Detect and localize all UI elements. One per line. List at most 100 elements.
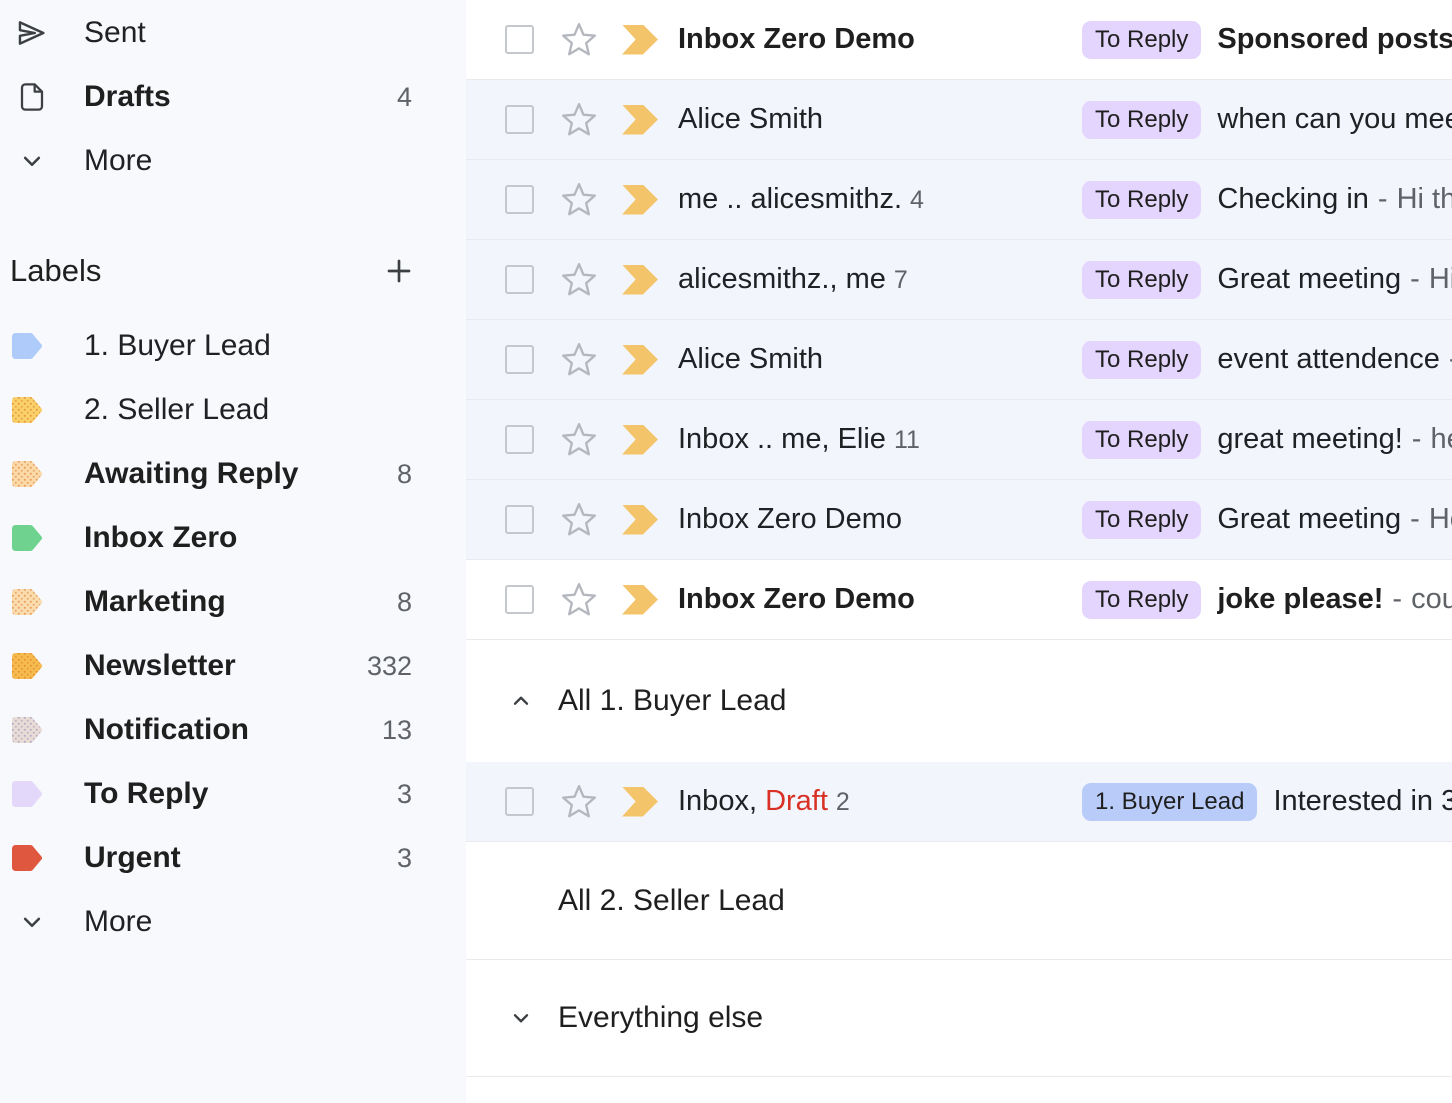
email-snippet: Hi J <box>1429 263 1452 296</box>
email-sender: Inbox .. me, Elie11 <box>678 423 1082 456</box>
section-label[interactable]: Everything else <box>558 1001 763 1035</box>
importance-marker-icon[interactable] <box>622 265 658 295</box>
sidebar-item-drafts[interactable]: Drafts 4 <box>0 65 466 129</box>
label-name: Inbox Zero <box>84 521 412 555</box>
importance-marker-icon[interactable] <box>622 787 658 817</box>
importance-marker-icon[interactable] <box>622 185 658 215</box>
star-icon[interactable] <box>560 421 598 459</box>
subject-snippet-separator: - <box>1392 583 1402 616</box>
label-count: 3 <box>397 843 412 874</box>
label-tag-icon <box>11 332 45 360</box>
sidebar-label-1-buyer-lead[interactable]: 1. Buyer Lead <box>0 314 466 378</box>
sidebar-label-marketing[interactable]: Marketing 8 <box>0 570 466 634</box>
email-row[interactable]: me .. alicesmithz.4 To Reply Checking in… <box>466 160 1452 240</box>
star-icon[interactable] <box>560 581 598 619</box>
chevron-up-icon[interactable] <box>508 688 534 714</box>
email-sender: Alice Smith <box>678 343 1082 376</box>
chevron-down-icon <box>14 907 50 937</box>
sidebar-label-to-reply[interactable]: To Reply 3 <box>0 762 466 826</box>
email-subject-line: great meeting! - hey <box>1217 423 1452 456</box>
select-checkbox[interactable] <box>505 787 534 816</box>
sidebar: Sent Drafts 4 More Labels 1. Buyer Lead … <box>0 0 466 1103</box>
labels-header: Labels <box>0 239 466 303</box>
label-count: 3 <box>397 779 412 810</box>
label-count: 8 <box>397 459 412 490</box>
star-icon[interactable] <box>560 101 598 139</box>
label-name: To Reply <box>84 777 397 811</box>
email-snippet: Hi ther <box>1397 183 1452 216</box>
star-icon[interactable] <box>560 783 598 821</box>
sidebar-item-label: More <box>84 144 412 178</box>
label-badge[interactable]: To Reply <box>1082 261 1201 299</box>
subject-snippet-separator: - <box>1378 183 1388 216</box>
importance-marker-icon[interactable] <box>622 505 658 535</box>
sidebar-item-more[interactable]: More <box>0 129 466 193</box>
chevron-down-icon[interactable] <box>508 1005 534 1031</box>
select-checkbox[interactable] <box>505 345 534 374</box>
email-row[interactable]: Inbox Zero Demo To Reply joke please! - … <box>466 560 1452 640</box>
email-row[interactable]: Inbox .. me, Elie11 To Reply great meeti… <box>466 400 1452 480</box>
importance-marker-icon[interactable] <box>622 585 658 615</box>
label-badge[interactable]: To Reply <box>1082 581 1201 619</box>
star-icon[interactable] <box>560 181 598 219</box>
select-checkbox[interactable] <box>505 105 534 134</box>
sidebar-label-newsletter[interactable]: Newsletter 332 <box>0 634 466 698</box>
email-row[interactable]: Inbox Zero Demo To Reply Great meeting -… <box>466 480 1452 560</box>
sidebar-item-sent[interactable]: Sent <box>0 1 466 65</box>
sidebar-item-more-labels[interactable]: More <box>0 890 466 954</box>
star-icon[interactable] <box>560 261 598 299</box>
label-badge[interactable]: 1. Buyer Lead <box>1082 783 1257 821</box>
star-icon[interactable] <box>560 21 598 59</box>
label-badge[interactable]: To Reply <box>1082 101 1201 139</box>
subject-snippet-separator: - <box>1410 503 1420 536</box>
email-sender: Inbox, Draft2 <box>678 785 1082 818</box>
select-checkbox[interactable] <box>505 585 534 614</box>
select-checkbox[interactable] <box>505 265 534 294</box>
email-row[interactable]: alicesmithz., me7 To Reply Great meeting… <box>466 240 1452 320</box>
label-name: Urgent <box>84 841 397 875</box>
label-badge[interactable]: To Reply <box>1082 181 1201 219</box>
sidebar-label-inbox-zero[interactable]: Inbox Zero <box>0 506 466 570</box>
select-checkbox[interactable] <box>505 25 534 54</box>
sidebar-label-notification[interactable]: Notification 13 <box>0 698 466 762</box>
plus-icon <box>383 255 415 287</box>
email-row[interactable]: Alice Smith To Reply event attendence - … <box>466 320 1452 400</box>
label-badge[interactable]: To Reply <box>1082 21 1201 59</box>
sidebar-label-2-seller-lead[interactable]: 2. Seller Lead <box>0 378 466 442</box>
email-subject-line: Interested in 3-b - <box>1273 785 1452 818</box>
importance-marker-icon[interactable] <box>622 425 658 455</box>
email-subject-line: joke please! - could <box>1217 583 1452 616</box>
sidebar-label-urgent[interactable]: Urgent 3 <box>0 826 466 890</box>
thread-count: 2 <box>836 788 850 816</box>
email-row[interactable]: Inbox Zero Demo To Reply Sponsored posts… <box>466 0 1452 80</box>
gmail-app: Sent Drafts 4 More Labels 1. Buyer Lead … <box>0 0 1452 1103</box>
select-checkbox[interactable] <box>505 185 534 214</box>
email-subject: event attendence <box>1217 343 1440 376</box>
email-row[interactable]: Inbox, Draft2 1. Buyer Lead Interested i… <box>466 762 1452 842</box>
add-label-button[interactable] <box>382 254 416 288</box>
label-tag-icon <box>11 588 45 616</box>
draft-label: Draft <box>765 785 828 817</box>
section-label[interactable]: All 1. Buyer Lead <box>558 684 786 718</box>
email-sender: Inbox Zero Demo <box>678 583 1082 616</box>
label-badge[interactable]: To Reply <box>1082 341 1201 379</box>
label-tag-icon <box>11 460 45 488</box>
star-icon[interactable] <box>560 501 598 539</box>
label-name: 1. Buyer Lead <box>84 329 412 363</box>
star-icon[interactable] <box>560 341 598 379</box>
email-sender: Alice Smith <box>678 103 1082 136</box>
importance-marker-icon[interactable] <box>622 105 658 135</box>
email-row[interactable]: Alice Smith To Reply when can you meet - <box>466 80 1452 160</box>
label-badge[interactable]: To Reply <box>1082 421 1201 459</box>
sidebar-label-awaiting-reply[interactable]: Awaiting Reply 8 <box>0 442 466 506</box>
select-checkbox[interactable] <box>505 425 534 454</box>
label-name: Marketing <box>84 585 397 619</box>
select-checkbox[interactable] <box>505 505 534 534</box>
section-all-1-buyer-lead: All 1. Buyer Lead <box>466 640 1452 762</box>
importance-marker-icon[interactable] <box>622 25 658 55</box>
label-badge[interactable]: To Reply <box>1082 501 1201 539</box>
label-tag-icon <box>11 780 45 808</box>
importance-marker-icon[interactable] <box>622 345 658 375</box>
send-icon <box>14 16 50 50</box>
section-label[interactable]: All 2. Seller Lead <box>558 884 785 918</box>
